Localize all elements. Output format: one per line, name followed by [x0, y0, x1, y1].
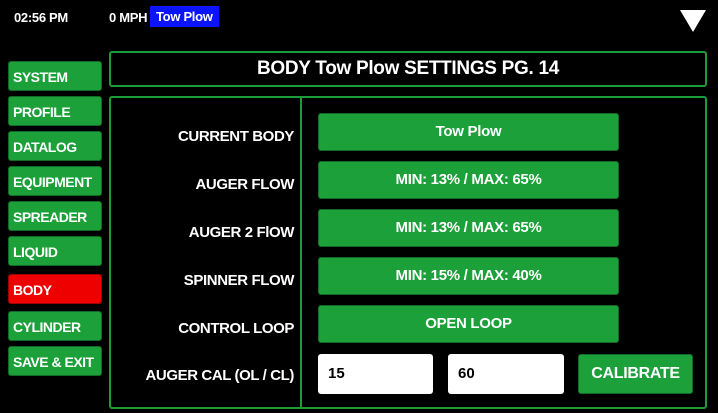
- status-bar: 02:56 PM 0 MPH Tow Plow: [0, 0, 718, 34]
- sidebar-item-body[interactable]: BODY: [8, 274, 102, 304]
- auger-cal-label: AUGER CAL (OL / CL): [145, 367, 294, 384]
- sidebar-item-spreader[interactable]: SPREADER: [8, 201, 102, 231]
- current-body-button[interactable]: Tow Plow: [318, 113, 619, 151]
- control-loop-button[interactable]: OPEN LOOP: [318, 305, 619, 343]
- sidebar-item-datalog[interactable]: DATALOG: [8, 131, 102, 161]
- clock-time: 02:56 PM: [14, 10, 68, 25]
- auger-flow-label: AUGER FLOW: [195, 176, 295, 193]
- speed-readout: 0 MPH: [109, 10, 148, 25]
- calibrate-button[interactable]: CALIBRATE: [578, 354, 693, 394]
- sidebar-item-liquid[interactable]: LIQUID: [8, 236, 102, 266]
- auger-cal-cl-input[interactable]: 60: [448, 354, 564, 394]
- auger2-flow-button[interactable]: MIN: 13% / MAX: 65%: [318, 209, 619, 247]
- spinner-flow-button[interactable]: MIN: 15% / MAX: 40%: [318, 257, 619, 295]
- sidebar-item-system[interactable]: SYSTEM: [8, 61, 102, 91]
- auger2-flow-label: AUGER 2 FlOW: [188, 224, 295, 241]
- auger-cal-ol-input[interactable]: 15: [318, 354, 433, 394]
- auger-flow-button[interactable]: MIN: 13% / MAX: 65%: [318, 161, 619, 199]
- triangle-down-icon[interactable]: [680, 10, 706, 32]
- sidebar-item-save-exit[interactable]: SAVE & EXIT: [8, 346, 102, 376]
- panel-divider: [300, 96, 302, 409]
- page-title: BODY Tow Plow SETTINGS PG. 14: [256, 58, 560, 79]
- current-body-label: CURRENT BODY: [177, 128, 294, 145]
- sidebar-item-profile[interactable]: PROFILE: [8, 96, 102, 126]
- sidebar-item-equipment[interactable]: EQUIPMENT: [8, 166, 102, 196]
- control-loop-label: CONTROL LOOP: [178, 320, 294, 337]
- spinner-flow-label: SPINNER FLOW: [183, 272, 295, 289]
- page-title-bar: BODY Tow Plow SETTINGS PG. 14: [109, 51, 707, 87]
- profile-badge[interactable]: Tow Plow: [150, 6, 219, 27]
- sidebar-item-cylinder[interactable]: CYLINDER: [8, 311, 102, 341]
